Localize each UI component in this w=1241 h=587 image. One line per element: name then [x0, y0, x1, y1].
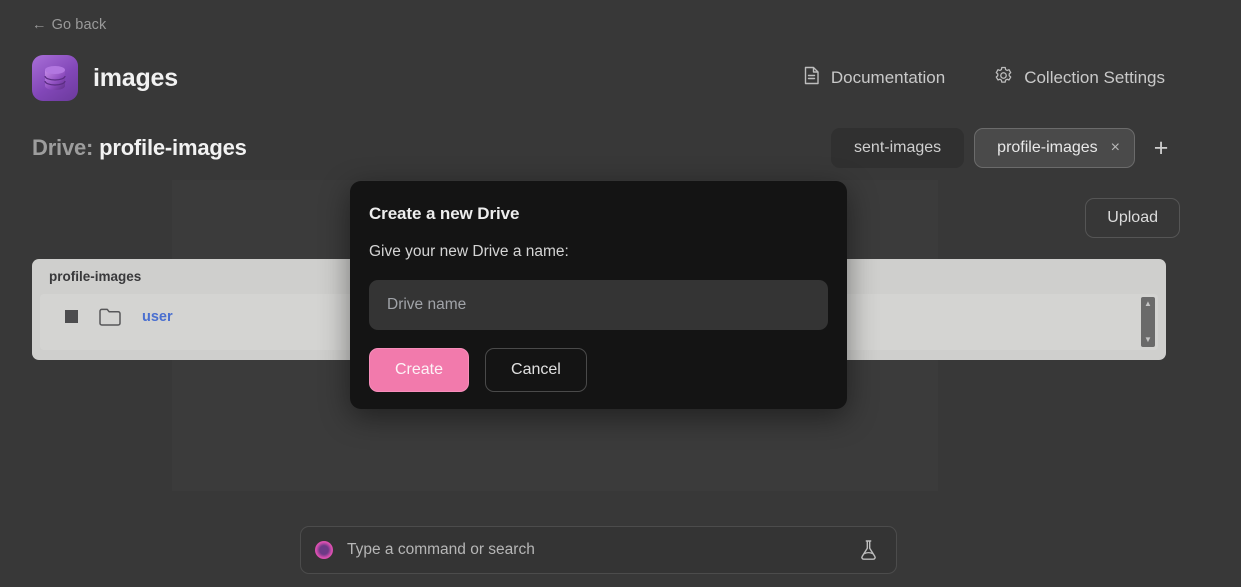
app-header: images Documentation Collection Settings [0, 52, 1241, 104]
back-arrow-icon: ← [32, 17, 47, 33]
dialog-actions: Create Cancel [369, 348, 828, 392]
drive-tab-label: profile-images [997, 139, 1098, 156]
documentation-link[interactable]: Documentation [803, 66, 945, 90]
drive-label: Drive: [32, 135, 94, 160]
drive-heading: Drive: profile-images [32, 135, 247, 161]
close-icon[interactable]: × [1111, 140, 1120, 156]
command-search-input[interactable] [347, 541, 858, 559]
database-stack-icon [32, 55, 78, 101]
create-button[interactable]: Create [369, 348, 470, 392]
drive-row: Drive: profile-images sent-images profil… [0, 124, 1241, 172]
go-back-link[interactable]: ← Go back [32, 17, 106, 33]
flask-icon[interactable] [858, 539, 879, 561]
dialog-title: Create a new Drive [369, 204, 520, 223]
checkbox-icon[interactable] [65, 310, 78, 323]
chevron-down-icon[interactable]: ▼ [1144, 336, 1152, 344]
status-dot-icon [315, 541, 333, 559]
chevron-up-icon[interactable]: ▲ [1144, 300, 1152, 308]
drive-name-input[interactable] [369, 280, 828, 330]
upload-button[interactable]: Upload [1085, 198, 1180, 238]
collection-settings-label: Collection Settings [1024, 68, 1165, 87]
folder-icon [99, 308, 121, 326]
drive-tab-label: sent-images [854, 139, 942, 156]
dialog-subtitle: Give your new Drive a name: [369, 243, 569, 260]
add-drive-button[interactable]: + [1145, 130, 1177, 166]
cancel-button[interactable]: Cancel [485, 348, 587, 392]
header-actions: Documentation Collection Settings [803, 66, 1165, 90]
page-title: images [93, 63, 178, 92]
document-icon [803, 66, 820, 90]
upload-label: Upload [1107, 209, 1158, 226]
collection-settings-link[interactable]: Collection Settings [994, 66, 1165, 90]
gear-icon [994, 66, 1013, 90]
command-bar[interactable] [300, 526, 897, 574]
drive-tabs: sent-images profile-images × + [831, 128, 1177, 168]
drive-tab-sent-images[interactable]: sent-images [831, 128, 965, 168]
file-browser-item-label[interactable]: user [142, 309, 173, 325]
go-back-label: Go back [51, 17, 107, 33]
scrollbar[interactable]: ▲ ▼ [1141, 297, 1155, 347]
brand[interactable]: images [32, 55, 178, 101]
documentation-label: Documentation [830, 68, 946, 87]
drive-tab-profile-images[interactable]: profile-images × [974, 128, 1135, 168]
drive-current-name: profile-images [99, 135, 247, 160]
create-drive-dialog: Create a new Drive Give your new Drive a… [350, 181, 847, 409]
